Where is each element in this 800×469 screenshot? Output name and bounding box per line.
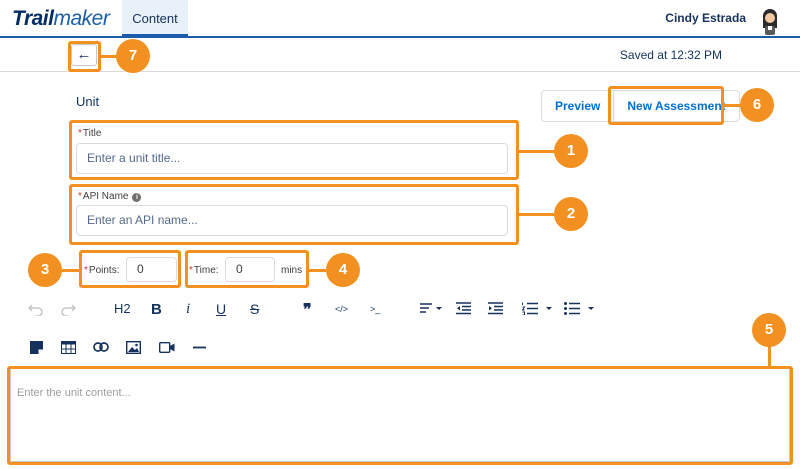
link-icon[interactable] [93, 342, 109, 352]
logo-text-b: maker [53, 7, 110, 30]
redo-icon[interactable] [60, 302, 76, 316]
callout-highlight-time [185, 250, 309, 288]
section-title: Unit [76, 94, 100, 109]
avatar-icon[interactable] [758, 7, 782, 35]
callout-connector [309, 269, 326, 272]
callout-badge-4: 4 [326, 253, 360, 287]
quote-button[interactable]: ❞ [303, 300, 312, 320]
callout-highlight-api-name [69, 184, 519, 245]
callout-badge-7: 7 [116, 39, 150, 73]
callout-highlight-editor [7, 366, 793, 465]
callout-highlight-points [79, 250, 181, 288]
callout-highlight-back [68, 41, 101, 72]
note-icon[interactable] [30, 341, 43, 354]
outdent-icon[interactable] [456, 302, 471, 315]
logo-text-a: Trail [12, 7, 54, 30]
italic-button[interactable]: i [186, 301, 190, 318]
callout-highlight-title [69, 120, 519, 180]
callout-badge-3: 3 [28, 253, 62, 287]
table-icon[interactable] [61, 341, 76, 354]
undo-icon[interactable] [28, 302, 44, 316]
image-icon[interactable] [126, 341, 141, 354]
logo[interactable]: Trailmaker [12, 7, 110, 31]
preview-button[interactable]: Preview [542, 91, 615, 121]
underline-button[interactable]: U [216, 301, 226, 317]
tab-content[interactable]: Content [122, 0, 188, 37]
numbered-list-icon[interactable] [522, 302, 554, 315]
trailmaker-editor: Trailmaker Content Cindy Estrada ← Saved… [0, 0, 800, 469]
callout-connector [60, 269, 79, 272]
saved-status: Saved at 12:32 PM [619, 48, 722, 62]
terminal-button[interactable]: >_ [370, 304, 380, 314]
strikethrough-button[interactable]: S [250, 301, 259, 317]
callout-connector [519, 150, 555, 153]
indent-icon[interactable] [488, 302, 503, 315]
video-icon[interactable] [159, 342, 175, 353]
user-name: Cindy Estrada [665, 11, 746, 25]
callout-badge-6: 6 [740, 88, 774, 122]
callout-badge-2: 2 [554, 197, 588, 231]
callout-highlight-new-assessment [608, 86, 724, 125]
top-nav: Trailmaker Content Cindy Estrada [0, 0, 800, 38]
bulleted-list-icon[interactable] [564, 302, 596, 315]
callout-badge-1: 1 [554, 134, 588, 168]
heading-button[interactable]: H2 [114, 301, 131, 316]
callout-connector [724, 104, 741, 107]
bold-button[interactable]: B [151, 301, 162, 318]
callout-badge-5: 5 [752, 313, 786, 347]
callout-connector [519, 213, 555, 216]
callout-connector [768, 346, 771, 366]
divider-icon[interactable] [193, 346, 206, 349]
code-button[interactable]: </> [335, 304, 348, 314]
align-icon[interactable] [420, 303, 444, 315]
callout-connector [101, 55, 117, 58]
